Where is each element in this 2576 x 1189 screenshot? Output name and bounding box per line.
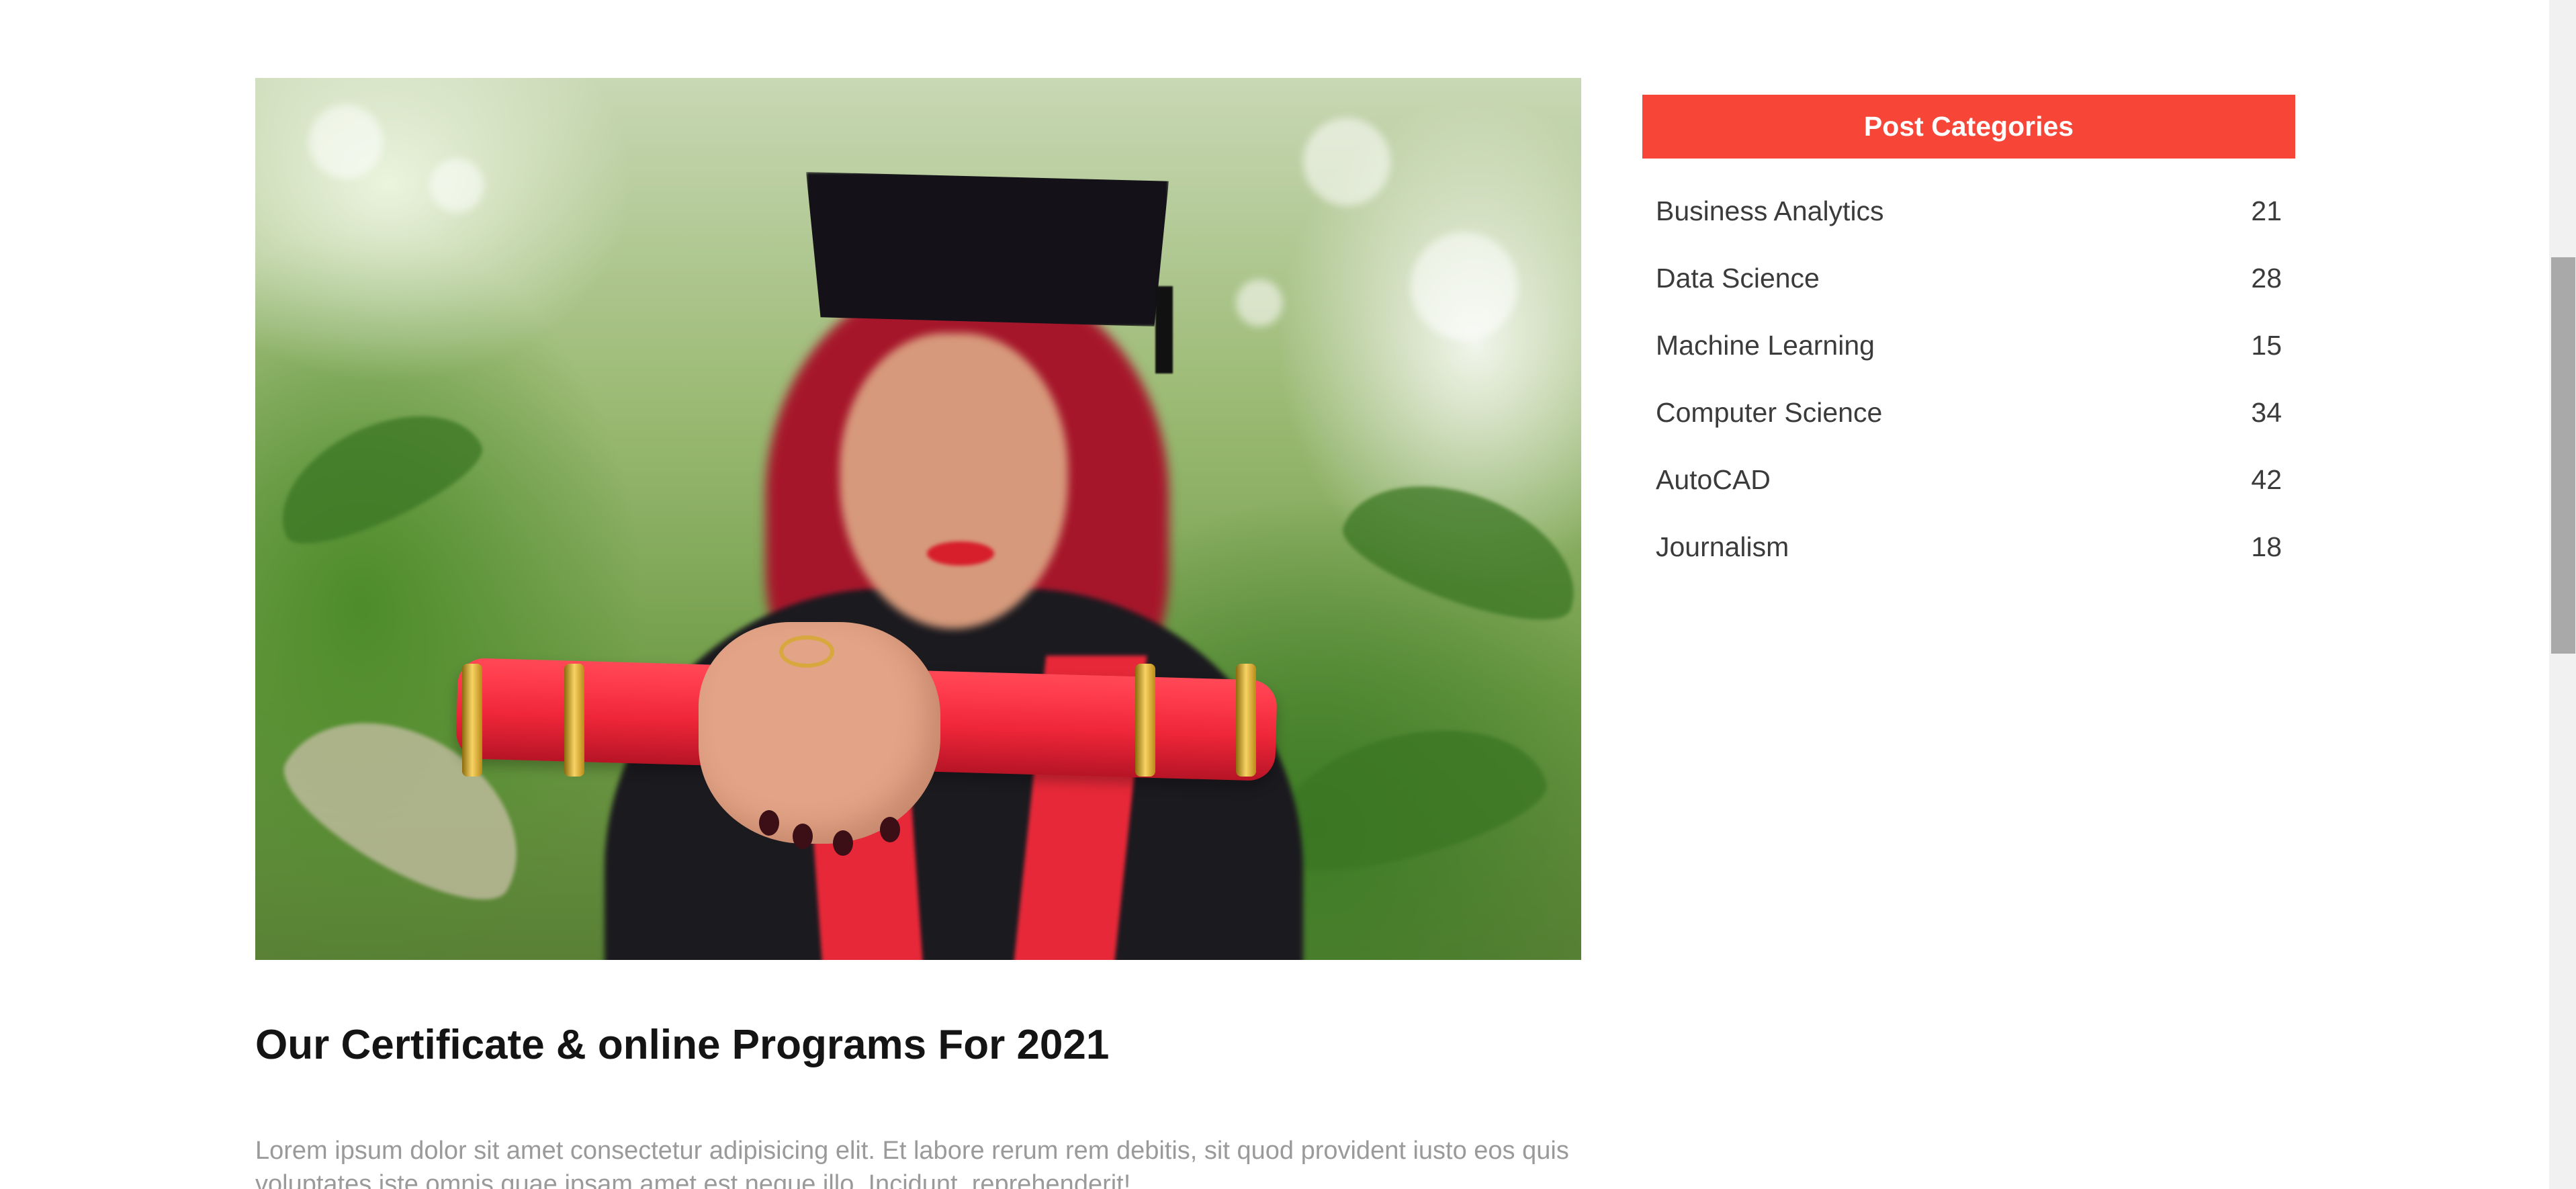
page: Our Certificate & online Programs For 20… [0, 0, 2576, 1189]
category-count: 34 [2251, 396, 2282, 428]
scrollbar-thumb[interactable] [2551, 257, 2575, 654]
category-list: Business Analytics 21 Data Science 28 Ma… [1642, 159, 2295, 580]
category-item-autocad[interactable]: AutoCAD 42 [1642, 446, 2295, 513]
graduation-cap-icon [806, 172, 1169, 326]
face-shape [840, 333, 1068, 629]
lips-shape [927, 541, 994, 566]
scroll-band [1135, 664, 1155, 777]
tassel-shape [1155, 286, 1173, 373]
bokeh-light [430, 159, 484, 212]
category-item-business-analytics[interactable]: Business Analytics 21 [1642, 177, 2295, 245]
category-count: 18 [2251, 531, 2282, 562]
category-item-journalism[interactable]: Journalism 18 [1642, 513, 2295, 580]
bokeh-light [1303, 118, 1390, 206]
nail-shape [793, 824, 813, 849]
post-categories-widget: Post Categories Business Analytics 21 Da… [1642, 95, 2295, 580]
category-label: AutoCAD [1656, 464, 1771, 495]
category-count: 21 [2251, 195, 2282, 226]
category-count: 42 [2251, 464, 2282, 495]
category-label: Data Science [1656, 262, 1820, 294]
leaf-shape [259, 386, 494, 563]
category-count: 28 [2251, 262, 2282, 294]
bokeh-light [1411, 232, 1518, 340]
ring-shape [779, 635, 834, 668]
category-label: Computer Science [1656, 396, 1883, 428]
category-item-machine-learning[interactable]: Machine Learning 15 [1642, 312, 2295, 379]
category-label: Machine Learning [1656, 329, 1875, 361]
scroll-band [564, 664, 584, 777]
bokeh-light [309, 105, 383, 179]
bokeh-light [1236, 279, 1283, 326]
nail-shape [759, 810, 779, 836]
category-count: 15 [2251, 329, 2282, 361]
post-title[interactable]: Our Certificate & online Programs For 20… [255, 1021, 1109, 1069]
nail-shape [880, 817, 900, 842]
nail-shape [833, 830, 853, 856]
featured-image[interactable] [255, 78, 1581, 960]
category-label: Business Analytics [1656, 195, 1884, 226]
scroll-band [462, 664, 482, 777]
widget-heading: Post Categories [1642, 95, 2295, 159]
category-item-data-science[interactable]: Data Science 28 [1642, 245, 2295, 312]
category-label: Journalism [1656, 531, 1789, 562]
post-excerpt: Lorem ipsum dolor sit amet consectetur a… [255, 1137, 1569, 1189]
scroll-band [1236, 664, 1256, 777]
category-item-computer-science[interactable]: Computer Science 34 [1642, 379, 2295, 446]
leaf-shape [1332, 456, 1581, 640]
